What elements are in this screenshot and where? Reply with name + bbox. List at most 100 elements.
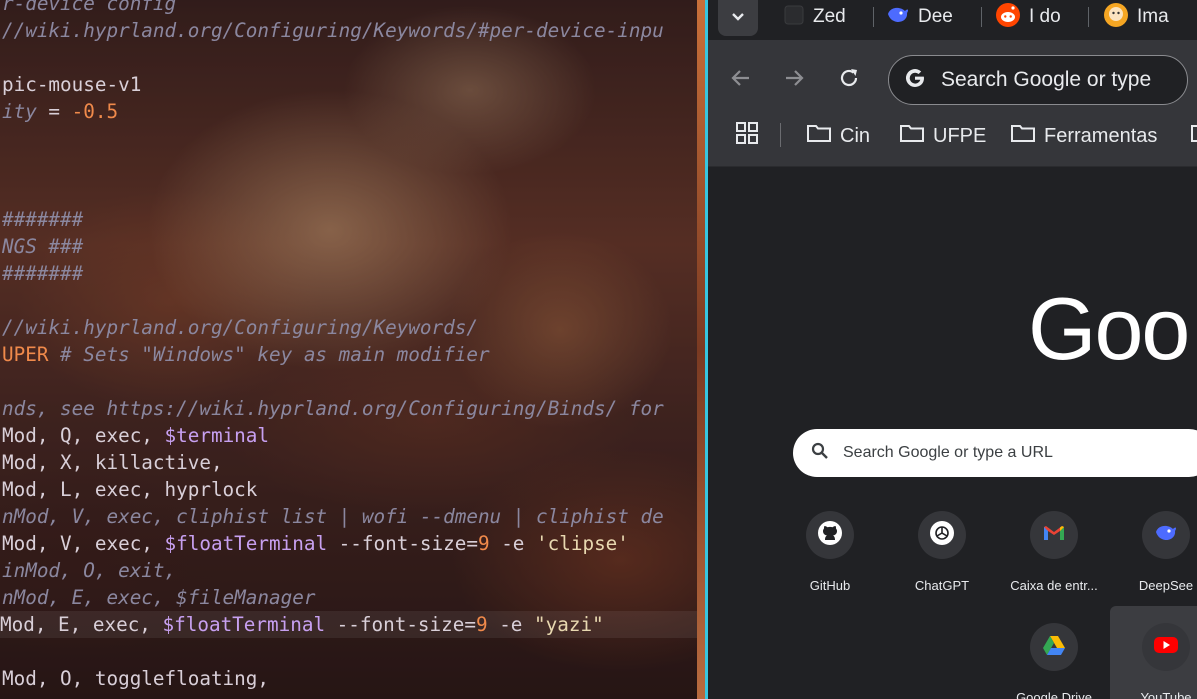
bookmark-folder-ufpe[interactable]: UFPE: [899, 124, 986, 148]
active-pane-border[interactable]: [705, 0, 708, 699]
zed-icon: [783, 4, 805, 31]
shortcut-icon-circle: [918, 511, 966, 559]
shortcut-deepseek[interactable]: DeepSee: [1110, 511, 1197, 593]
deepseek-icon: [886, 4, 910, 31]
editor-line[interactable]: #######: [2, 260, 83, 287]
arrow-left-icon: [730, 67, 752, 94]
code-token: Mod, V, exec,: [2, 532, 165, 555]
bookmark-folder-cin[interactable]: Cin: [806, 124, 870, 148]
editor-line[interactable]: UPER # Sets "Windows" key as main modifi…: [2, 341, 490, 368]
editor-line[interactable]: Mod, L, exec, hyprlock: [2, 476, 257, 503]
code-token: nMod, E, exec, $fileManager: [2, 586, 316, 609]
address-bar[interactable]: Search Google or type: [888, 55, 1188, 105]
tab-reddit[interactable]: I do: [995, 0, 1061, 34]
code-token: Mod, X, killactive,: [2, 451, 223, 474]
reload-button[interactable]: [831, 62, 867, 98]
terminal-pane[interactable]: r-device config //wiki.hyprland.org/Confi…: [0, 0, 705, 699]
folder-icon: [899, 122, 925, 150]
tab-search-button[interactable]: [718, 0, 758, 36]
reload-icon: [838, 67, 860, 94]
ntp-search-box[interactable]: Search Google or type a URL: [793, 429, 1197, 477]
editor-line[interactable]: Mod, O, togglefloating,: [2, 665, 269, 692]
shortcut-github[interactable]: GitHub: [774, 511, 886, 593]
editor-line[interactable]: Mod, X, killactive,: [2, 449, 223, 476]
shortcut-icon-circle: [1142, 511, 1190, 559]
terminal-scrollbar-edge: [697, 0, 705, 699]
code-token: //wiki.hyprland.org/Configuring/Keywords…: [2, 19, 664, 42]
code-token: 'clipse': [536, 532, 629, 555]
shortcut-label: Google Drive: [1016, 690, 1092, 699]
editor-line[interactable]: nMod, E, exec, $fileManager: [2, 584, 315, 611]
editor-line[interactable]: NGS ###: [2, 233, 83, 260]
search-icon: [811, 442, 829, 465]
chatgpt-icon: [929, 520, 955, 551]
shortcut-label: Caixa de entr...: [1010, 578, 1098, 593]
code-token: Mod, E, exec,: [0, 613, 163, 636]
shortcut-youtube[interactable]: YouTube: [1110, 623, 1197, 699]
tab-zed[interactable]: Zed: [783, 0, 846, 34]
shortcut-icon-circle: [1030, 511, 1078, 559]
google-g-icon: [903, 66, 927, 95]
editor-line[interactable]: nds, see https://wiki.hyprland.org/Confi…: [2, 395, 675, 422]
tab-label: I do: [1029, 6, 1061, 27]
back-button[interactable]: [723, 62, 759, 98]
editor-line[interactable]: pic-mouse-v1: [2, 71, 141, 98]
code-token: nMod, V, exec, cliphist list | wofi --dm…: [2, 505, 664, 528]
code-token: -e: [487, 613, 535, 636]
bookmarks-separator: [780, 123, 781, 147]
editor-line[interactable]: ity = -0.5: [2, 98, 118, 125]
shortcut-label: GitHub: [809, 578, 851, 593]
shortcut-gmail[interactable]: Caixa de entr...: [998, 511, 1110, 593]
editor-line[interactable]: //wiki.hyprland.org/Configuring/Keywords…: [2, 314, 478, 341]
tab-label: Ima: [1137, 6, 1169, 27]
editor-line[interactable]: Mod, Q, exec, $terminal: [2, 422, 269, 449]
editor-line[interactable]: #######: [2, 206, 83, 233]
apps-button[interactable]: [735, 122, 759, 148]
code-token: nds, see https://wiki.hyprland.org/Confi…: [2, 397, 676, 420]
code-token: # Sets "Windows" key as main modifier: [48, 343, 490, 366]
deepseek-icon: [1153, 522, 1179, 549]
image-app-icon: [1103, 2, 1129, 33]
ntp-search-placeholder: Search Google or type a URL: [843, 444, 1053, 461]
shortcut-google-drive[interactable]: Google Drive: [998, 623, 1110, 699]
tab-strip: Zed Dee I do Ima: [708, 0, 1197, 40]
tab-label: Zed: [813, 6, 846, 27]
code-token: NGS ###: [2, 235, 84, 258]
bookmark-folder-ferramentas[interactable]: Ferramentas: [1010, 124, 1157, 148]
tab-image-app[interactable]: Ima: [1103, 0, 1169, 34]
youtube-icon: [1153, 635, 1179, 660]
code-token: $floatTerminal: [162, 613, 326, 636]
tab-separator: [873, 7, 874, 27]
editor-line-current[interactable]: Mod, E, exec, $floatTerminal --font-size…: [0, 611, 700, 638]
code-token: #######: [2, 208, 84, 231]
shortcut-icon-circle: [806, 511, 854, 559]
shortcut-icon-circle: [1142, 623, 1190, 671]
bookmark-label: Ferramentas: [1044, 124, 1158, 147]
bookmark-label: Cin: [840, 124, 871, 147]
code-token: inMod, O, exit,: [2, 559, 177, 582]
bookmark-folder-partial[interactable]: [1190, 124, 1197, 148]
chevron-down-icon: [731, 9, 745, 27]
shortcut-chatgpt[interactable]: ChatGPT: [886, 511, 998, 593]
code-token: --font-size=: [327, 532, 478, 555]
shortcut-icon-circle: [1030, 623, 1078, 671]
tab-separator: [1088, 7, 1089, 27]
editor-line[interactable]: inMod, O, exit,: [2, 557, 176, 584]
code-token: =: [36, 100, 72, 123]
editor-line[interactable]: Mod, V, exec, $floatTerminal --font-size…: [2, 530, 629, 557]
code-token: Mod, Q, exec,: [2, 424, 165, 447]
bookmark-label: UFPE: [933, 124, 987, 147]
tab-deepseek[interactable]: Dee: [886, 0, 953, 34]
forward-button[interactable]: [776, 62, 812, 98]
gmail-icon: [1042, 524, 1066, 547]
code-token: //wiki.hyprland.org/Configuring/Keywords…: [2, 316, 478, 339]
shortcut-label: ChatGPT: [914, 578, 970, 593]
tab-label: Dee: [918, 6, 953, 27]
shortcut-label: YouTube: [1140, 690, 1192, 699]
code-token: r-device config: [2, 0, 177, 15]
editor-line[interactable]: //wiki.hyprland.org/Configuring/Keywords…: [2, 17, 664, 44]
google-logo: Goo: [1028, 279, 1190, 378]
editor-line[interactable]: nMod, V, exec, cliphist list | wofi --dm…: [2, 503, 664, 530]
editor-line[interactable]: r-device config: [2, 0, 176, 17]
code-token: Mod, L, exec, hyprlock: [2, 478, 258, 501]
